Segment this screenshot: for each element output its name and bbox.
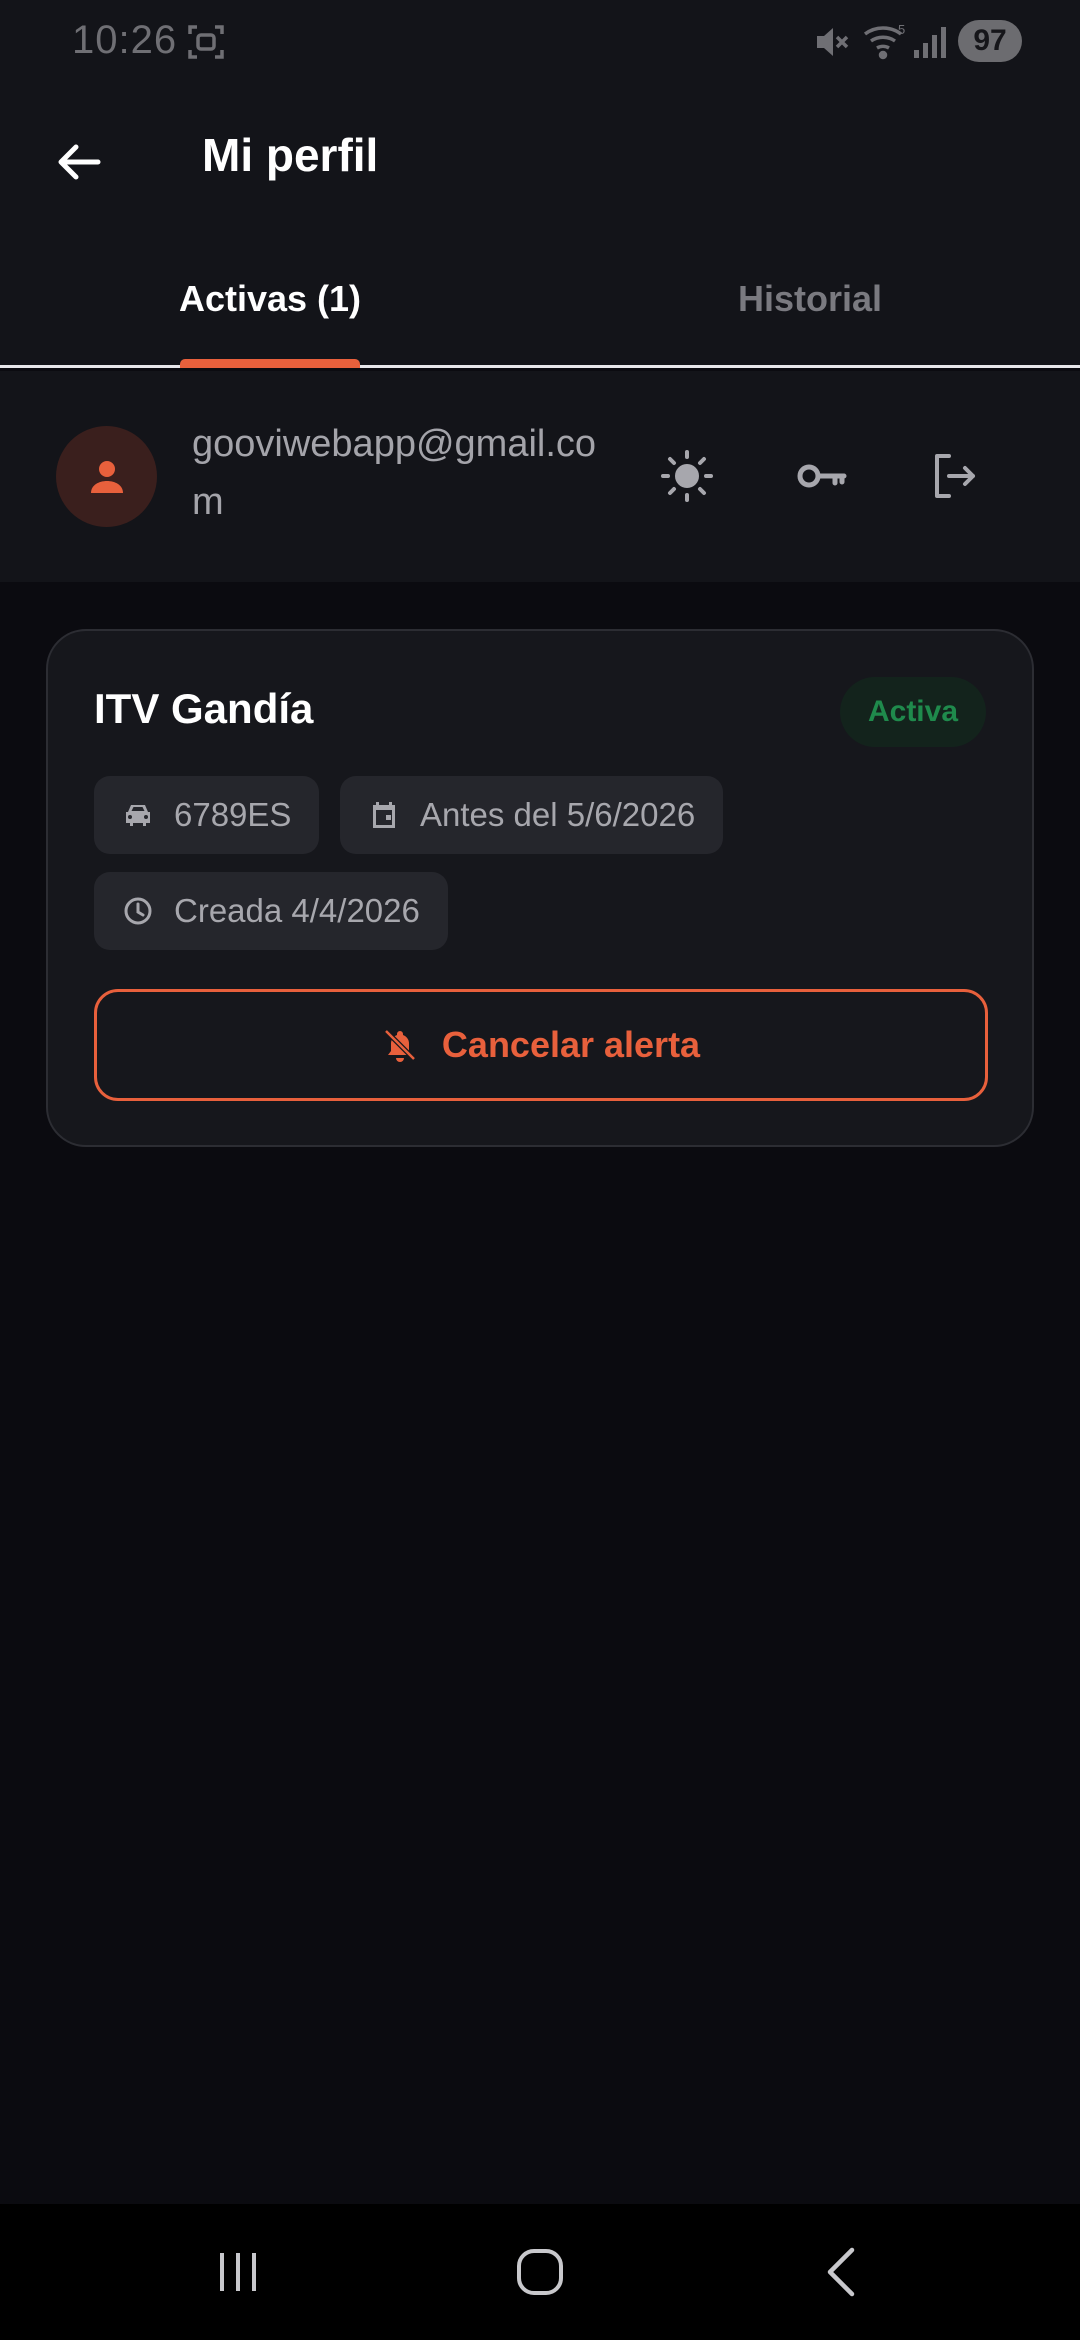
profile-row: gooviwebapp@gmail.com — [0, 371, 1080, 582]
cancel-alert-label: Cancelar alerta — [441, 1024, 701, 1065]
page-title: Mi perfil — [202, 129, 379, 181]
clock-icon — [124, 897, 152, 925]
deadline-chip: Antes del 5/6/2026 — [340, 776, 724, 854]
home-icon — [517, 2249, 563, 2295]
tab-label: Activas (1) — [178, 278, 362, 319]
alert-card: ITV Gandía Activa 6789ES Antes del 5/6/2… — [46, 629, 1034, 1147]
back-button[interactable] — [40, 122, 120, 202]
key-icon — [797, 464, 847, 488]
tab-historial[interactable]: Historial — [540, 232, 1080, 368]
system-back-button[interactable] — [792, 2232, 892, 2312]
sun-icon — [661, 450, 713, 502]
created-chip: Creada 4/4/2026 — [94, 872, 448, 950]
car-icon — [126, 805, 150, 826]
home-button[interactable] — [490, 2232, 590, 2312]
status-bar: 10:26 5 97 — [0, 0, 1080, 84]
chevron-left-icon — [827, 2247, 855, 2297]
cancel-alert-button[interactable]: Cancelar alerta — [94, 989, 988, 1101]
theme-toggle-button[interactable] — [642, 431, 732, 521]
app-header: Mi perfil — [0, 84, 1080, 232]
arrow-left-icon — [58, 144, 101, 180]
recents-button[interactable] — [188, 2232, 288, 2312]
logout-button[interactable] — [910, 431, 1000, 521]
wifi-icon: 5 — [862, 20, 910, 64]
status-badge: Activa — [840, 677, 986, 747]
system-nav-bar — [0, 2204, 1080, 2340]
avatar — [56, 426, 157, 527]
tab-bar: Activas (1) Historial — [0, 232, 1080, 368]
status-time: 10:26 — [72, 18, 178, 62]
mute-icon — [812, 22, 852, 62]
plate-number: 6789ES — [174, 796, 292, 833]
signal-icon — [912, 24, 948, 60]
plate-chip: 6789ES — [94, 776, 320, 854]
created-text: Creada 4/4/2026 — [174, 892, 420, 929]
alert-title: ITV Gandía — [94, 685, 314, 732]
battery-indicator: 97 — [958, 20, 1022, 62]
active-tab-indicator — [180, 359, 360, 368]
tab-activas[interactable]: Activas (1) — [0, 232, 540, 368]
calendar-icon — [373, 802, 395, 828]
person-icon — [90, 460, 123, 493]
user-email: gooviwebapp@gmail.com — [192, 423, 597, 523]
change-password-button[interactable] — [776, 431, 866, 521]
bell-off-icon — [384, 1029, 416, 1062]
svg-text:5: 5 — [898, 22, 905, 37]
screenshot-icon — [186, 22, 226, 62]
logout-icon — [935, 454, 975, 498]
deadline-text: Antes del 5/6/2026 — [420, 796, 696, 833]
app-screen: 10:26 5 97 Mi perfil Activas (1) Histori… — [0, 0, 1080, 2340]
recents-icon — [220, 2253, 256, 2291]
tab-label: Historial — [737, 278, 883, 319]
